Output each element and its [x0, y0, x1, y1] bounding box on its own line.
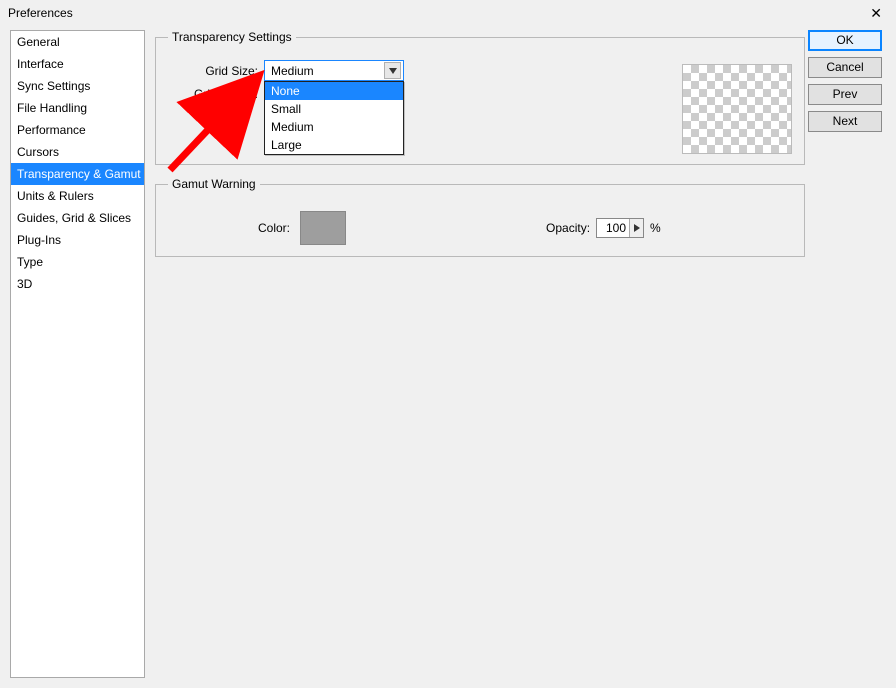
gamut-opacity-suffix: % [650, 221, 661, 235]
sidebar-item-sync-settings[interactable]: Sync Settings [11, 75, 144, 97]
transparency-legend: Transparency Settings [168, 30, 296, 44]
gamut-color-label: Color: [258, 221, 290, 235]
sidebar-item-file-handling[interactable]: File Handling [11, 97, 144, 119]
sidebar-item-cursors[interactable]: Cursors [11, 141, 144, 163]
grid-size-value: Medium [271, 64, 314, 78]
grid-colors-label: Grid Colors: [168, 87, 258, 101]
prev-button[interactable]: Prev [808, 84, 882, 105]
sidebar-item-plug-ins[interactable]: Plug-Ins [11, 229, 144, 251]
sidebar-item-performance[interactable]: Performance [11, 119, 144, 141]
chevron-down-icon [384, 62, 401, 79]
sidebar-item-general[interactable]: General [11, 31, 144, 53]
grid-size-label: Grid Size: [168, 64, 258, 78]
grid-size-option-large[interactable]: Large [265, 136, 403, 154]
grid-size-option-small[interactable]: Small [265, 100, 403, 118]
gamut-legend: Gamut Warning [168, 177, 260, 191]
next-button[interactable]: Next [808, 111, 882, 132]
transparency-settings-group: Transparency Settings Grid Size: Medium … [155, 30, 805, 165]
transparency-preview [682, 64, 792, 154]
category-sidebar: General Interface Sync Settings File Han… [10, 30, 145, 678]
window-title: Preferences [8, 6, 73, 20]
gamut-opacity-label: Opacity: [546, 221, 590, 235]
sidebar-item-guides-grid-slices[interactable]: Guides, Grid & Slices [11, 207, 144, 229]
ok-button[interactable]: OK [808, 30, 882, 51]
sidebar-item-transparency-gamut[interactable]: Transparency & Gamut [11, 163, 144, 185]
opacity-flyout-icon[interactable] [629, 219, 643, 237]
sidebar-item-type[interactable]: Type [11, 251, 144, 273]
grid-size-option-none[interactable]: None [265, 82, 403, 100]
sidebar-item-units-rulers[interactable]: Units & Rulers [11, 185, 144, 207]
sidebar-item-interface[interactable]: Interface [11, 53, 144, 75]
gamut-warning-group: Gamut Warning Color: Opacity: % [155, 177, 805, 257]
sidebar-item-3d[interactable]: 3D [11, 273, 144, 295]
grid-size-dropdown[interactable]: Medium [264, 60, 404, 81]
gamut-color-swatch[interactable] [300, 211, 346, 245]
grid-size-option-medium[interactable]: Medium [265, 118, 403, 136]
grid-size-dropdown-list[interactable]: None Small Medium Large [264, 81, 404, 155]
cancel-button[interactable]: Cancel [808, 57, 882, 78]
close-icon[interactable]: ✕ [864, 2, 888, 24]
gamut-opacity-input[interactable] [597, 219, 629, 237]
